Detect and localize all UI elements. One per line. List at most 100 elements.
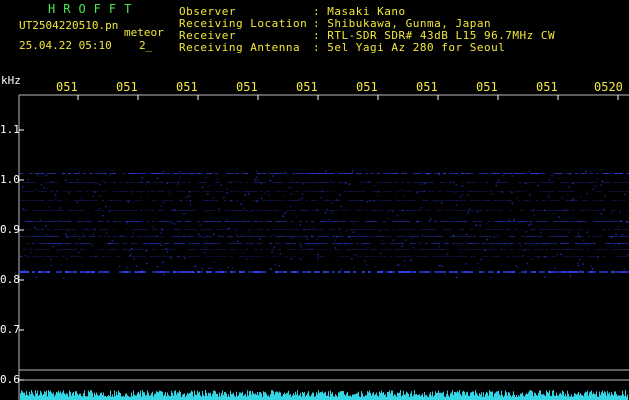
signal-segment — [383, 236, 386, 237]
signal-speck — [373, 220, 375, 223]
signal-speck — [449, 181, 452, 183]
signal-speck — [604, 195, 607, 197]
signal-speck — [579, 220, 582, 223]
noise-sample — [53, 392, 54, 400]
noise-sample — [575, 393, 576, 400]
signal-speck — [117, 267, 119, 269]
noise-sample — [320, 391, 321, 400]
noise-sample — [331, 393, 332, 400]
signal-segment — [44, 256, 47, 257]
signal-speck — [21, 186, 24, 188]
noise-sample — [139, 393, 140, 400]
noise-sample — [44, 391, 45, 400]
signal-segment — [500, 182, 503, 183]
signal-segment — [437, 249, 440, 250]
noise-sample — [174, 391, 175, 400]
signal-segment — [587, 236, 590, 237]
signal-segment — [440, 200, 443, 201]
signal-segment — [239, 236, 242, 237]
signal-speck — [160, 244, 163, 247]
signal-segment — [281, 191, 284, 192]
signal-segment — [32, 243, 35, 244]
noise-sample — [413, 394, 414, 400]
signal-speck — [43, 175, 46, 177]
signal-segment — [128, 249, 131, 250]
signal-segment — [386, 200, 389, 201]
signal-segment — [185, 236, 188, 237]
noise-sample — [71, 395, 72, 400]
signal-segment — [236, 229, 239, 230]
signal-segment — [470, 243, 473, 244]
noise-sample — [408, 393, 409, 400]
noise-sample — [307, 392, 308, 400]
signal-segment — [383, 229, 386, 230]
noise-sample — [43, 394, 44, 400]
signal-segment — [569, 256, 572, 257]
signal-segment — [602, 249, 605, 250]
signal-segment — [485, 243, 488, 244]
noise-sample — [580, 393, 581, 400]
signal-speck — [170, 222, 172, 224]
noise-sample — [467, 391, 468, 400]
signal-speck — [562, 209, 565, 212]
signal-segment — [197, 256, 200, 257]
noise-sample — [122, 396, 123, 400]
signal-segment — [134, 249, 137, 250]
signal-segment — [407, 191, 410, 192]
signal-speck — [518, 272, 521, 274]
signal-segment — [407, 210, 410, 211]
signal-segment — [494, 200, 497, 201]
signal-speck — [424, 182, 426, 185]
signal-speck — [183, 236, 186, 239]
signal-speck — [457, 245, 460, 247]
signal-segment — [452, 191, 455, 192]
noise-sample — [326, 395, 327, 400]
signal-segment — [365, 249, 368, 250]
signal-speck — [300, 246, 302, 248]
signal-segment — [578, 182, 581, 183]
signal-speck — [119, 265, 121, 267]
signal-segment — [458, 200, 461, 201]
noise-sample — [288, 390, 289, 400]
signal-segment — [614, 271, 617, 273]
noise-sample — [123, 395, 124, 400]
signal-segment — [239, 221, 242, 222]
signal-segment — [50, 200, 53, 201]
noise-sample — [481, 392, 482, 400]
signal-segment — [35, 200, 38, 201]
signal-segment — [422, 256, 425, 257]
noise-sample — [259, 392, 260, 400]
signal-speck — [554, 267, 556, 270]
noise-sample — [314, 396, 315, 400]
noise-sample — [375, 394, 376, 400]
signal-segment — [260, 182, 263, 183]
signal-segment — [437, 210, 440, 211]
noise-sample — [121, 396, 122, 400]
signal-speck — [249, 210, 252, 213]
signal-speck — [211, 266, 213, 269]
signal-speck — [617, 226, 619, 228]
signal-segment — [371, 229, 374, 230]
signal-speck — [216, 178, 219, 181]
signal-segment — [557, 173, 560, 174]
signal-segment — [134, 200, 137, 201]
signal-segment — [329, 229, 332, 230]
signal-segment — [104, 236, 107, 237]
signal-segment — [260, 191, 263, 192]
signal-segment — [461, 271, 464, 273]
signal-speck — [179, 170, 182, 173]
signal-segment — [476, 249, 479, 250]
signal-segment — [26, 236, 29, 237]
signal-speck — [217, 207, 220, 210]
noise-sample — [400, 390, 401, 400]
signal-segment — [104, 229, 107, 230]
signal-segment — [191, 256, 194, 257]
signal-segment — [80, 200, 83, 201]
noise-sample — [232, 393, 233, 400]
signal-segment — [44, 182, 47, 183]
signal-segment — [254, 271, 257, 273]
signal-segment — [413, 236, 416, 237]
signal-speck — [351, 257, 353, 260]
signal-segment — [497, 243, 500, 244]
signal-segment — [431, 236, 434, 237]
